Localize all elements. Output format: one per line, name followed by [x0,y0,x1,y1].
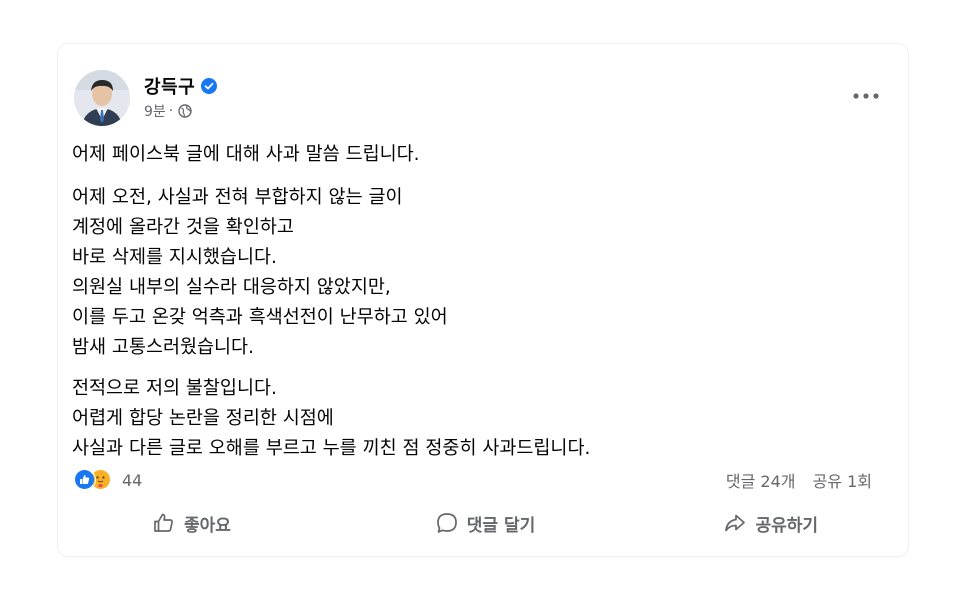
more-horizontal-icon [853,93,879,99]
post-line: 계정에 올라간 것을 확인하고 [72,217,294,238]
like-reaction-icon [74,469,96,491]
comment-bubble-icon [435,511,459,535]
author-name-row: 강득구 [144,73,218,99]
post-timestamp[interactable]: 9분 [144,101,166,121]
avatar-image [74,70,130,126]
post-line: 어제 페이스북 글에 대해 사과 말씀 드립니다. [72,144,420,165]
share-button-label: 공유하기 [755,515,818,536]
reaction-count: 44 [122,470,143,490]
post-line: 의원실 내부의 실수라 대응하지 않았지만, [72,277,391,298]
post-paragraph: 전적으로 저의 불찰입니다. 어렵게 합당 논란을 정리한 시점에 사실과 다른… [72,374,892,464]
engagement-counts: 댓글 24개 공유 1회 [714,468,872,492]
reaction-icons [74,469,114,491]
post-header: 강득구 9분 · [74,70,892,130]
post-meta: 9분 · [144,101,192,121]
like-button[interactable]: 좋아요 [74,503,374,543]
globe-icon[interactable] [178,104,192,118]
comment-button-label: 댓글 달기 [466,515,536,536]
reactions-summary: 44 댓글 24개 공유 1회 [74,468,872,492]
like-button-label: 좋아요 [184,515,231,536]
post-line: 어렵게 합당 논란을 정리한 시점에 [72,408,334,429]
post-line: 이를 두고 온갖 억측과 흑색선전이 난무하고 있어 [72,307,448,328]
post-actions: 좋아요 댓글 달기 공유하기 [74,502,892,544]
comment-button[interactable]: 댓글 달기 [374,503,596,543]
post-paragraph: 어제 페이스북 글에 대해 사과 말씀 드립니다. [72,140,892,170]
post-line: 전적으로 저의 불찰입니다. [72,378,277,399]
meta-separator: · [168,103,174,119]
post-text: 어제 페이스북 글에 대해 사과 말씀 드립니다. 어제 오전, 사실과 전혀 … [72,140,892,475]
thumbs-up-icon [152,511,176,535]
author-name[interactable]: 강득구 [144,73,195,99]
post-card: 강득구 9분 · 어제 페이스북 글에 대해 사과 말씀 드립니다. 어제 오전… [58,44,908,556]
post-line: 밤새 고통스러웠습니다. [72,337,254,358]
reactions-left[interactable]: 44 [74,469,142,491]
share-button[interactable]: 공유하기 [596,503,892,543]
more-options-button[interactable] [848,84,884,108]
comment-count[interactable]: 댓글 24개 [726,472,796,491]
post-line: 바로 삭제를 지시했습니다. [72,247,277,268]
share-count[interactable]: 공유 1회 [813,472,872,491]
post-line: 어제 오전, 사실과 전혀 부합하지 않는 글이 [72,187,403,208]
author-avatar[interactable] [74,70,130,126]
verified-badge-icon [201,78,218,94]
post-line: 사실과 다른 글로 오해를 부르고 누를 끼친 점 정중히 사과드립니다. [72,438,591,459]
post-paragraph: 어제 오전, 사실과 전혀 부합하지 않는 글이 계정에 올라간 것을 확인하고… [72,183,892,363]
share-arrow-icon [723,511,747,535]
